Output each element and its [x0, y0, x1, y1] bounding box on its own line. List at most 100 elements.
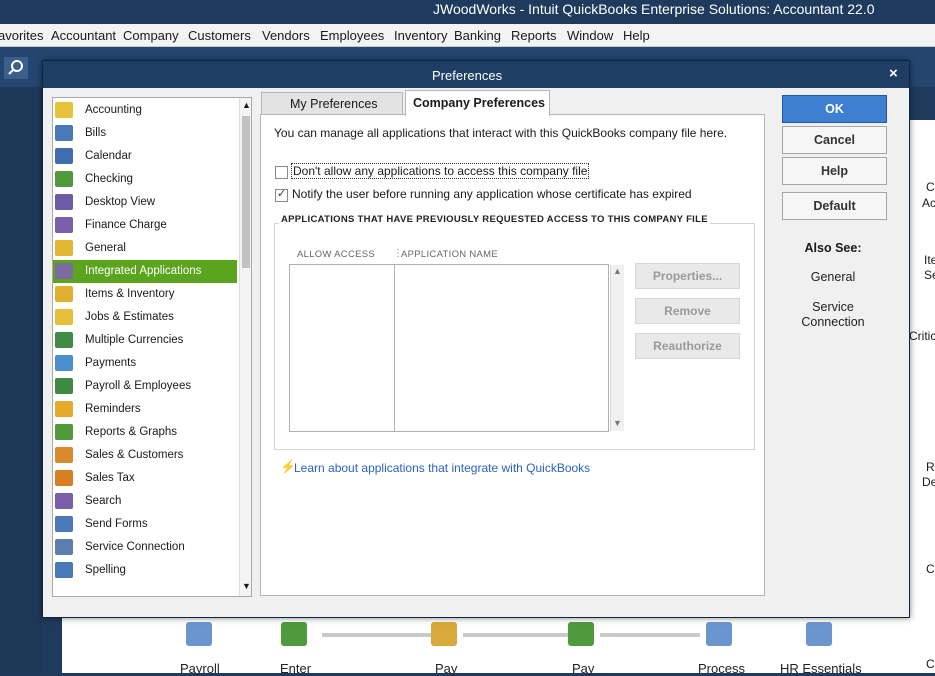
general-icon: [55, 240, 73, 256]
category-jobs-estimates[interactable]: Jobs & Estimates: [53, 306, 237, 329]
category-label: Payments: [85, 357, 137, 369]
flow-arrow: [463, 633, 568, 637]
category-calendar[interactable]: Calendar: [53, 145, 237, 168]
tab-company-preferences[interactable]: Company Preferences: [405, 90, 550, 116]
cancel-button[interactable]: Cancel: [782, 126, 887, 154]
menu-customers[interactable]: Customers: [188, 28, 251, 43]
menu-reports[interactable]: Reports: [511, 28, 557, 43]
category-label: Multiple Currencies: [85, 334, 184, 346]
desktop-view-icon: [55, 194, 73, 210]
category-accounting[interactable]: Accounting: [53, 99, 237, 122]
category-items-inventory[interactable]: Items & Inventory: [53, 283, 237, 306]
home-fragment: Se: [924, 268, 935, 282]
service-connection-icon: [55, 539, 73, 555]
properties-button[interactable]: Properties...: [635, 263, 740, 289]
column-allow-access[interactable]: ALLOW ACCESS: [297, 249, 375, 260]
payments-icon: [55, 355, 73, 371]
help-button[interactable]: Help: [782, 157, 887, 185]
notify-expired-label[interactable]: Notify the user before running any appli…: [292, 187, 692, 201]
menu-company[interactable]: Company: [123, 28, 179, 43]
category-label: Reminders: [85, 403, 141, 415]
flow-label-payroll[interactable]: Payroll: [180, 661, 220, 676]
category-label: Accounting: [85, 104, 142, 116]
menu-employees[interactable]: Employees: [320, 28, 384, 43]
also-see-general-link[interactable]: General: [783, 270, 883, 284]
category-label: Finance Charge: [85, 219, 167, 231]
flow-label-hr-essentials[interactable]: HR Essentials: [780, 661, 862, 676]
scroll-up-icon[interactable]: ▲: [613, 266, 622, 276]
category-bills[interactable]: Bills: [53, 122, 237, 145]
menu-banking[interactable]: Banking: [454, 28, 501, 43]
flow-label-enter[interactable]: Enter: [280, 661, 311, 676]
scroll-up-icon[interactable]: ▲: [242, 100, 251, 110]
pay-employees-icon[interactable]: [431, 622, 457, 646]
home-right-panel: C Ac Ite Se Critic R De C C: [908, 120, 935, 673]
category-list: Accounting Bills Calendar Checking Deskt…: [52, 97, 252, 597]
applications-table[interactable]: ▲ ▼: [289, 264, 624, 432]
scroll-down-icon[interactable]: ▼: [242, 581, 251, 591]
notify-expired-checkbox[interactable]: [275, 187, 288, 202]
close-icon[interactable]: ×: [889, 65, 898, 82]
enter-time-icon[interactable]: [281, 622, 307, 646]
search-icon: [55, 493, 73, 509]
category-general[interactable]: General: [53, 237, 237, 260]
also-see-service-connection-link[interactable]: Service Connection: [783, 300, 883, 330]
app-title-bar: JWoodWorks - Intuit QuickBooks Enterpris…: [0, 0, 935, 22]
category-multiple-currencies[interactable]: Multiple Currencies: [53, 329, 237, 352]
tab-my-preferences[interactable]: My Preferences: [261, 92, 403, 115]
menu-window[interactable]: Window: [567, 28, 613, 43]
category-label: Desktop View: [85, 196, 156, 208]
scroll-down-icon[interactable]: ▼: [613, 418, 622, 428]
category-sales-tax[interactable]: Sales Tax: [53, 467, 237, 490]
category-spelling[interactable]: Spelling: [53, 559, 237, 582]
category-payments[interactable]: Payments: [53, 352, 237, 375]
integrated-apps-icon: [55, 263, 73, 279]
tab-label: My Preferences: [290, 97, 378, 111]
category-scrollbar[interactable]: ▲ ▼: [239, 98, 251, 596]
finance-charge-icon: [55, 217, 73, 233]
flow-arrow: [600, 633, 700, 637]
remove-button[interactable]: Remove: [635, 298, 740, 324]
menu-help[interactable]: Help: [623, 28, 650, 43]
process-forms-icon[interactable]: [706, 622, 732, 646]
accounting-icon: [55, 102, 73, 118]
category-search[interactable]: Search: [53, 490, 237, 513]
category-label: Bills: [85, 127, 107, 139]
learn-more-link[interactable]: Learn about applications that integrate …: [294, 461, 590, 475]
menu-vendors[interactable]: Vendors: [262, 28, 310, 43]
category-send-forms[interactable]: Send Forms: [53, 513, 237, 536]
menu-accountant[interactable]: Accountant: [51, 28, 116, 43]
category-label: Items & Inventory: [85, 288, 175, 300]
bills-icon: [55, 125, 73, 141]
category-label: Checking: [85, 173, 133, 185]
checking-icon: [55, 171, 73, 187]
flow-label-pay[interactable]: Pay: [435, 661, 457, 676]
ok-button[interactable]: OK: [782, 95, 887, 123]
category-sales-customers[interactable]: Sales & Customers: [53, 444, 237, 467]
pay-liabilities-icon[interactable]: [568, 622, 594, 646]
column-application-name[interactable]: APPLICATION NAME: [401, 249, 498, 260]
category-checking[interactable]: Checking: [53, 168, 237, 191]
default-button[interactable]: Default: [782, 192, 887, 220]
category-service-connection[interactable]: Service Connection: [53, 536, 237, 559]
menu-favorites[interactable]: avorites: [0, 28, 44, 43]
category-reports-graphs[interactable]: Reports & Graphs: [53, 421, 237, 444]
flow-label-process[interactable]: Process: [698, 661, 745, 676]
category-finance-charge[interactable]: Finance Charge: [53, 214, 237, 237]
scroll-thumb[interactable]: [242, 116, 250, 268]
table-scrollbar[interactable]: ▲ ▼: [610, 265, 624, 431]
payroll-icon[interactable]: [186, 622, 212, 646]
category-integrated-applications[interactable]: Integrated Applications: [53, 260, 237, 283]
category-reminders[interactable]: Reminders: [53, 398, 237, 421]
sales-tax-icon: [55, 470, 73, 486]
no-access-label[interactable]: Don't allow any applications to access t…: [290, 163, 590, 179]
category-payroll-employees[interactable]: Payroll & Employees: [53, 375, 237, 398]
search-icon[interactable]: [4, 57, 28, 79]
reauthorize-button[interactable]: Reauthorize: [635, 333, 740, 359]
flow-label-pay-2[interactable]: Pay: [572, 661, 594, 676]
menu-inventory[interactable]: Inventory: [394, 28, 447, 43]
no-access-checkbox[interactable]: [275, 166, 288, 179]
category-desktop-view[interactable]: Desktop View: [53, 191, 237, 214]
hr-essentials-icon[interactable]: [806, 622, 832, 646]
reports-graphs-icon: [55, 424, 73, 440]
